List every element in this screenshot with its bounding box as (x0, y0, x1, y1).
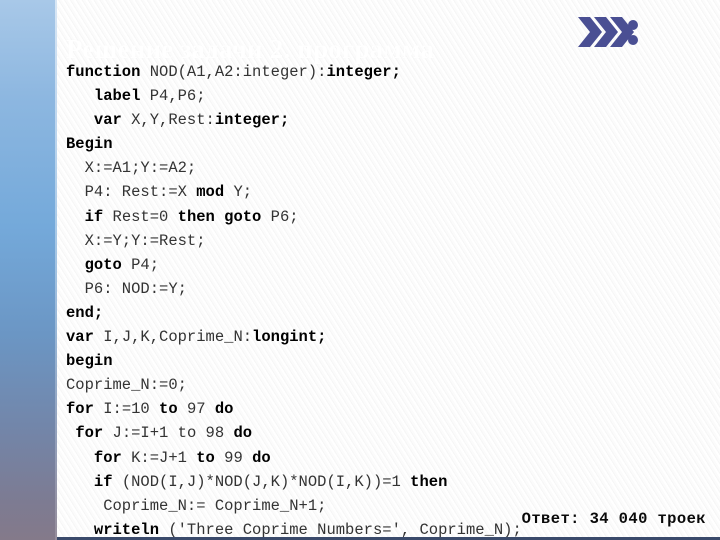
code-keyword: for (75, 424, 113, 443)
code-line: P4: Rest:=X mod Y; (66, 180, 666, 204)
code-keyword: longint; (252, 328, 327, 347)
code-keyword: end; (66, 303, 104, 322)
code-line: label P4,P6; (66, 84, 666, 108)
code-text: P6; (270, 207, 299, 226)
code-line: X:=A1;Y:=A2; (66, 156, 666, 180)
code-keyword: do (214, 400, 234, 419)
code-line: function NOD(A1,A2:integer):integer; (66, 60, 666, 84)
code-keyword: var (66, 328, 104, 347)
code-keyword: for (93, 448, 132, 467)
code-keyword: if (93, 472, 122, 491)
code-keyword: Begin (66, 135, 113, 154)
code-keyword: to (159, 400, 187, 419)
code-text: X:=A1;Y:=A2; (66, 159, 197, 178)
left-accent-band (0, 0, 57, 540)
code-text: ): (307, 63, 327, 81)
code-text: I,J,K,Coprime_N: (103, 328, 253, 347)
code-line: if Rest=0 then goto P6; (66, 205, 666, 229)
code-text: X,Y,Rest: (131, 111, 215, 130)
code-keyword: for (66, 400, 104, 419)
code-text: P4: Rest:=X (66, 183, 197, 202)
code-line: begin (66, 349, 666, 373)
code-text: P6: NOD:=Y; (66, 279, 187, 298)
code-line: Coprime_N:=0; (66, 373, 666, 397)
code-line: var X,Y,Rest:integer; (66, 108, 666, 132)
code-text: K:=J+1 (131, 448, 197, 467)
code-keyword: if (84, 207, 113, 226)
code-line: P6: NOD:=Y; (66, 277, 666, 301)
code-text: I:=10 (103, 400, 160, 419)
code-text: Rest=0 (112, 207, 178, 226)
code-text: 97 (186, 400, 215, 419)
triple-chevron-mark-icon (576, 11, 642, 53)
code-text: (NOD(I,J)*NOD(J,K)*NOD(I,K))=1 (121, 472, 411, 491)
code-text: integer (242, 63, 308, 81)
slide: Решение задачи 2. программа function NOD… (0, 0, 720, 540)
code-line: Begin (66, 132, 666, 156)
code-text: P4; (131, 255, 160, 274)
code-keyword: goto (84, 255, 132, 274)
code-keyword: label (93, 87, 150, 106)
code-text: Y; (233, 183, 253, 202)
code-keyword: mod (196, 183, 234, 202)
code-keyword: function (66, 63, 150, 81)
code-text: X:=Y;Y:=Rest; (66, 231, 206, 250)
code-line: var I,J,K,Coprime_N:longint; (66, 325, 666, 349)
code-text: Coprime_N:= Coprime_N+1; (66, 496, 327, 515)
pascal-code-block: function NOD(A1,A2:integer):integer; lab… (66, 60, 666, 540)
code-line: if (NOD(I,J)*NOD(J,K)*NOD(I,K))=1 then (66, 470, 666, 494)
code-text: 99 (224, 448, 253, 467)
code-keyword: integer; (326, 63, 401, 81)
code-line: X:=Y;Y:=Rest; (66, 229, 666, 253)
code-keyword: do (233, 424, 253, 443)
code-line: for I:=10 to 97 do (66, 397, 666, 421)
code-line: goto P4; (66, 253, 666, 277)
code-keyword: then goto (177, 207, 271, 226)
code-keyword: do (252, 448, 271, 467)
code-line: for J:=I+1 to 98 do (66, 421, 666, 445)
code-keyword: then (410, 472, 448, 491)
left-accent-band-edge (55, 0, 57, 540)
code-keyword: to (196, 448, 225, 467)
code-line: for K:=J+1 to 99 do (66, 446, 666, 470)
code-line: end; (66, 301, 666, 325)
answer-text: Ответ: 34 040 троек (521, 510, 706, 528)
code-text: J:=I+1 to 98 (112, 424, 234, 443)
code-keyword: integer; (214, 111, 290, 130)
code-text: Coprime_N:=0; (66, 376, 187, 395)
code-text: P4,P6; (149, 87, 206, 106)
code-keyword: var (93, 111, 132, 130)
code-keyword: begin (66, 352, 113, 371)
code-text: NOD(A1,A2: (149, 63, 243, 81)
